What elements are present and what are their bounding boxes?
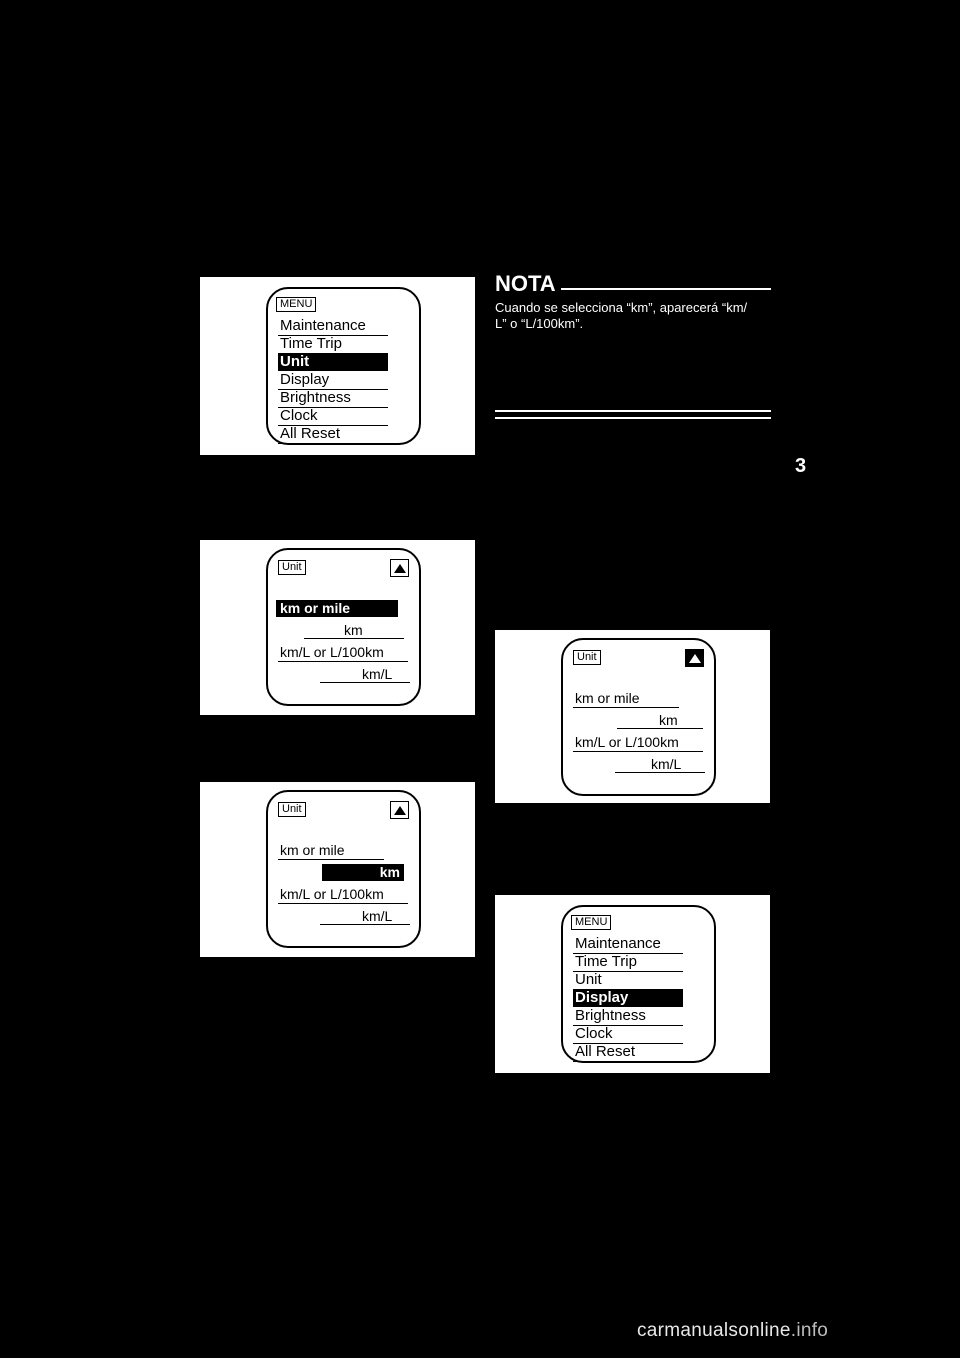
menu-item-time-trip[interactable]: Time Trip [278, 335, 344, 353]
menu-item-label: Time Trip [575, 953, 637, 970]
unit-badge: Unit [278, 560, 306, 575]
menu-underline [573, 1061, 683, 1062]
unit-option-label: km/L or L/100km [280, 886, 384, 902]
unit-underline [617, 728, 703, 729]
menu-item-display[interactable]: Display [573, 989, 683, 1007]
menu-item-label: Display [280, 371, 330, 388]
menu-item-unit[interactable]: Unit [278, 353, 388, 371]
unit-option-km-or-mile[interactable]: km or mile [280, 842, 345, 859]
footer-brand-suffix: .info [790, 1320, 829, 1341]
menu-item-label: Maintenance [280, 317, 366, 334]
menu-badge: MENU [571, 915, 612, 930]
lcd-unit-plain: Unit km or mile km km/L or L/100km km/L [561, 638, 716, 796]
menu-item-clock[interactable]: Clock [278, 407, 320, 425]
unit-underline [615, 772, 705, 773]
unit-value-label: km/L [362, 908, 393, 924]
menu-item-label: Clock [280, 407, 318, 424]
lcd-unit-km-or-mile: Unit km or mile km km/L or L/100km km/L [266, 548, 421, 706]
unit-option-label: km or mile [575, 690, 640, 706]
unit-value-label: km/L [651, 756, 682, 772]
lcd-menu-unit: MENU Maintenance Time Trip Unit Display … [266, 287, 421, 445]
figure-unit-plain-panel: Unit km or mile km km/L or L/100km km/L [495, 630, 770, 803]
note-heading: NOTA [495, 271, 556, 296]
note-line-1: Cuando se selecciona “km”, aparecerá “km… [495, 300, 748, 315]
menu-item-label: Time Trip [280, 335, 342, 352]
figure-unit-km-or-mile-panel: Unit km or mile km km/L or L/100km km/L [200, 540, 475, 715]
menu-item-time-trip[interactable]: Time Trip [573, 953, 639, 971]
menu-item-maintenance[interactable]: Maintenance [573, 935, 663, 953]
unit-underline [573, 707, 679, 708]
menu-item-brightness[interactable]: Brightness [278, 389, 353, 407]
menu-item-label: All Reset [280, 425, 341, 442]
unit-value-kmL: km/L [362, 666, 392, 683]
up-arrow-icon[interactable] [390, 801, 409, 819]
menu-item-display[interactable]: Display [278, 371, 331, 389]
note-line-2: L” o “L/100km”. [495, 316, 584, 331]
menu-item-label: Unit [280, 353, 310, 370]
unit-value-km[interactable]: km [322, 864, 404, 881]
unit-option-kmL-or-L100km[interactable]: km/L or L/100km [280, 886, 384, 903]
unit-value-label: km [659, 712, 678, 728]
menu-item-label: All Reset [575, 1043, 636, 1060]
unit-badge: Unit [278, 802, 306, 817]
menu-item-all-reset[interactable]: All Reset [573, 1043, 637, 1061]
menu-item-clock[interactable]: Clock [573, 1025, 615, 1043]
figure-menu-unit-panel: MENU Maintenance Time Trip Unit Display … [200, 277, 475, 455]
menu-item-brightness[interactable]: Brightness [573, 1007, 648, 1025]
unit-option-kmL-or-L100km[interactable]: km/L or L/100km [575, 734, 679, 751]
unit-option-label: km/L or L/100km [575, 734, 679, 750]
note-bottom-rule-bottom [495, 417, 771, 419]
unit-underline [278, 903, 408, 904]
unit-underline [278, 661, 408, 662]
triangle-shape [393, 805, 406, 815]
unit-underline [278, 859, 384, 860]
triangle-shape [393, 563, 406, 573]
unit-value-label: km [344, 622, 363, 638]
triangle-shape [688, 653, 701, 663]
unit-value-kmL: km/L [362, 908, 392, 925]
unit-option-label: km/L or L/100km [280, 644, 384, 660]
unit-option-km-or-mile[interactable]: km or mile [575, 690, 640, 707]
menu-item-label: Clock [575, 1025, 613, 1042]
unit-option-km-or-mile[interactable]: km or mile [276, 600, 398, 617]
unit-underline [573, 751, 703, 752]
menu-item-label: Brightness [280, 389, 351, 406]
up-arrow-icon[interactable] [390, 559, 409, 577]
figure-menu-display-panel: MENU Maintenance Time Trip Unit Display … [495, 895, 770, 1073]
up-arrow-icon[interactable] [685, 649, 704, 667]
menu-item-label: Unit [575, 971, 602, 988]
footer-watermark: carmanualsonline.info [637, 1320, 828, 1342]
unit-option-label: km or mile [280, 600, 351, 616]
unit-underline [304, 638, 404, 639]
unit-value-km: km [659, 712, 678, 729]
menu-item-label: Display [575, 989, 629, 1006]
lcd-unit-km: Unit km or mile km km/L or L/100km km/L [266, 790, 421, 948]
figure-unit-km-panel: Unit km or mile km km/L or L/100km km/L [200, 782, 475, 957]
menu-underline [278, 443, 388, 444]
page-number: 3 [795, 455, 807, 477]
unit-value-km: km [344, 622, 363, 639]
unit-badge: Unit [573, 650, 601, 665]
unit-value-label: km [379, 864, 400, 880]
footer-brand-text: carmanualsonline [637, 1320, 791, 1341]
menu-item-label: Maintenance [575, 935, 661, 952]
menu-item-label: Brightness [575, 1007, 646, 1024]
menu-item-unit[interactable]: Unit [573, 971, 604, 989]
unit-value-label: km/L [362, 666, 393, 682]
unit-underline [320, 924, 410, 925]
note-bottom-rule-top [495, 410, 771, 412]
menu-item-maintenance[interactable]: Maintenance [278, 317, 368, 335]
note-heading-rule [561, 288, 771, 290]
unit-option-kmL-or-L100km[interactable]: km/L or L/100km [280, 644, 384, 661]
unit-underline [320, 682, 410, 683]
menu-badge: MENU [276, 297, 317, 312]
menu-item-all-reset[interactable]: All Reset [278, 425, 342, 443]
lcd-menu-display: MENU Maintenance Time Trip Unit Display … [561, 905, 716, 1063]
unit-value-kmL: km/L [651, 756, 681, 773]
unit-option-label: km or mile [280, 842, 345, 858]
